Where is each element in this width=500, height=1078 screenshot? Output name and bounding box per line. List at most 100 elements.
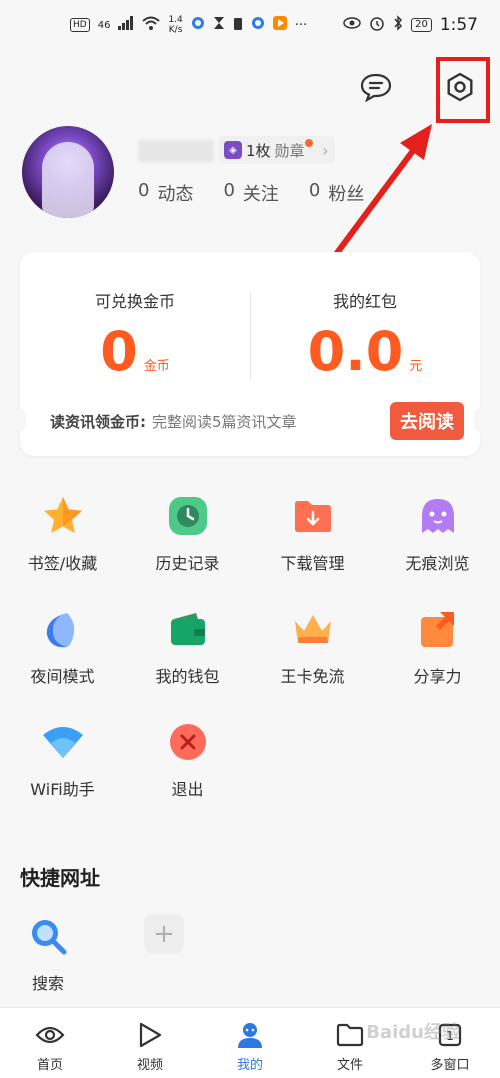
net-speed: 1.4 K/s [168, 15, 182, 35]
stat-posts[interactable]: 0 动态 [138, 180, 193, 206]
chevron-right-icon: › [322, 141, 329, 160]
grid-item-bookmarks[interactable]: 书签/收藏 [0, 494, 125, 607]
stat-label: 粉丝 [328, 184, 365, 205]
redpacket-value: 0.0 [307, 320, 404, 383]
grid-label: 无痕浏览 [405, 554, 470, 573]
clock-icon [166, 494, 210, 538]
grid-item-downloads[interactable]: 下载管理 [250, 494, 375, 607]
grid-item-night-mode[interactable]: 夜间模式 [0, 607, 125, 720]
grid-row: 夜间模式 我的钱包 王卡免流 分享力 [0, 607, 500, 720]
nav-label: 我的 [236, 1058, 263, 1073]
alarm-icon [369, 15, 385, 35]
avatar[interactable] [22, 126, 114, 218]
grid-label: 下载管理 [280, 554, 345, 573]
message-button[interactable] [354, 65, 398, 109]
wifi-status-icon [142, 16, 161, 34]
coins-value: 0 [100, 320, 138, 383]
coins-unit: 金币 [143, 359, 170, 374]
grid-item-history[interactable]: 历史记录 [125, 494, 250, 607]
grid-label: 历史记录 [155, 554, 220, 573]
go-read-button[interactable]: 去阅读 [390, 402, 464, 440]
stat-label: 关注 [242, 184, 279, 205]
hourglass-icon [213, 16, 225, 34]
grid-row: WiFi助手 退出 [0, 720, 500, 833]
medal-count: 1枚 [246, 141, 271, 160]
coins-label: 可兑换金币 [94, 292, 175, 311]
exit-icon [166, 720, 210, 764]
stat-label: 动态 [157, 184, 194, 205]
nav-home[interactable]: 首页 [0, 1008, 100, 1078]
nav-mine[interactable]: 我的 [200, 1008, 300, 1078]
reading-task: 读资讯领金币: 完整阅读5篇资讯文章 去阅读 [50, 402, 464, 440]
more-notifications: ··· [294, 17, 308, 33]
clock: 1:57 [439, 15, 478, 35]
status-bar-right: 20 1:57 [343, 15, 478, 35]
wallet-icon [166, 607, 210, 651]
grid-item-incognito[interactable]: 无痕浏览 [375, 494, 500, 607]
rewards-card: 可兑换金币 0 金币 我的红包 0.0 元 读资讯领金币: 完整阅读5篇资讯文章 去… [14, 252, 486, 456]
task-lead: 读资讯领金币: [50, 412, 146, 431]
profile-stats: 0 动态 0 关注 0 粉丝 [138, 180, 364, 206]
medal-label: 勋章 [274, 141, 305, 160]
medal-badge[interactable]: ◈ 1枚 勋章 › [218, 136, 335, 164]
quick-links: 搜索 + [20, 914, 192, 994]
new-dot [304, 139, 313, 147]
app-notify-icon-2 [251, 16, 265, 34]
grid-item-wifi[interactable]: WiFi助手 [0, 720, 125, 833]
card-notch-left [14, 408, 26, 432]
crown-icon [291, 607, 335, 651]
wifi-icon [41, 720, 85, 764]
net-speed-value: 1.4 [168, 15, 183, 25]
user-icon [235, 1020, 265, 1050]
medal-icon: ◈ [224, 141, 242, 159]
net-speed-unit: K/s [168, 25, 183, 35]
feature-grid: 书签/收藏 历史记录 下载管理 无痕浏览 夜间模式 我的钱包 王卡免流 分享力 … [0, 494, 500, 833]
chat-bubble-icon [360, 73, 392, 102]
quick-links-title: 快捷网址 [20, 866, 100, 890]
redpacket-section[interactable]: 我的红包 0.0 元 [250, 288, 480, 382]
grid-label: 王卡免流 [280, 667, 345, 686]
nav-video[interactable]: 视频 [100, 1008, 200, 1078]
stat-value: 0 [308, 180, 321, 201]
add-quick-link[interactable]: + [136, 914, 192, 994]
star-icon [41, 494, 85, 538]
username-blurred[interactable] [138, 140, 214, 162]
avatar-figure [42, 142, 94, 218]
stat-followers[interactable]: 0 粉丝 [309, 180, 364, 206]
nav-label: 首页 [36, 1058, 63, 1073]
search-icon [26, 914, 70, 958]
grid-label: 书签/收藏 [27, 554, 98, 573]
grid-item-share[interactable]: 分享力 [375, 607, 500, 720]
stat-value: 0 [138, 180, 150, 201]
redpacket-unit: 元 [409, 359, 423, 374]
share-icon [416, 607, 460, 651]
grid-item-king-card[interactable]: 王卡免流 [250, 607, 375, 720]
ghost-icon [416, 494, 460, 538]
signal-bars-icon [118, 16, 134, 34]
grid-label: 夜间模式 [30, 667, 95, 686]
grid-item-wallet[interactable]: 我的钱包 [125, 607, 250, 720]
stat-value: 0 [223, 180, 235, 201]
task-desc: 完整阅读5篇资讯文章 [152, 412, 297, 431]
app-notify-icon [191, 16, 205, 34]
battery-saver-icon [233, 16, 243, 34]
play-icon [135, 1020, 165, 1050]
coins-section[interactable]: 可兑换金币 0 金币 [20, 288, 250, 382]
moon-icon [41, 607, 85, 651]
status-bar-left: HD 46 1.4 K/s ··· [70, 15, 307, 35]
download-folder-icon [291, 494, 335, 538]
eye-comfort-icon [343, 17, 361, 33]
settings-highlight-box [436, 57, 490, 123]
grid-label: 退出 [171, 780, 204, 799]
nav-label: 文件 [336, 1058, 363, 1073]
battery-indicator: 20 [411, 18, 432, 32]
quick-link-search[interactable]: 搜索 [20, 914, 76, 994]
stat-following[interactable]: 0 关注 [223, 180, 278, 206]
grid-item-logout[interactable]: 退出 [125, 720, 250, 833]
nav-label: 多窗口 [430, 1058, 470, 1073]
grid-label: 我的钱包 [155, 667, 220, 686]
nav-label: 视频 [136, 1058, 163, 1073]
folder-icon [335, 1020, 365, 1050]
eye-icon [35, 1020, 65, 1050]
grid-label: 分享力 [413, 667, 462, 686]
